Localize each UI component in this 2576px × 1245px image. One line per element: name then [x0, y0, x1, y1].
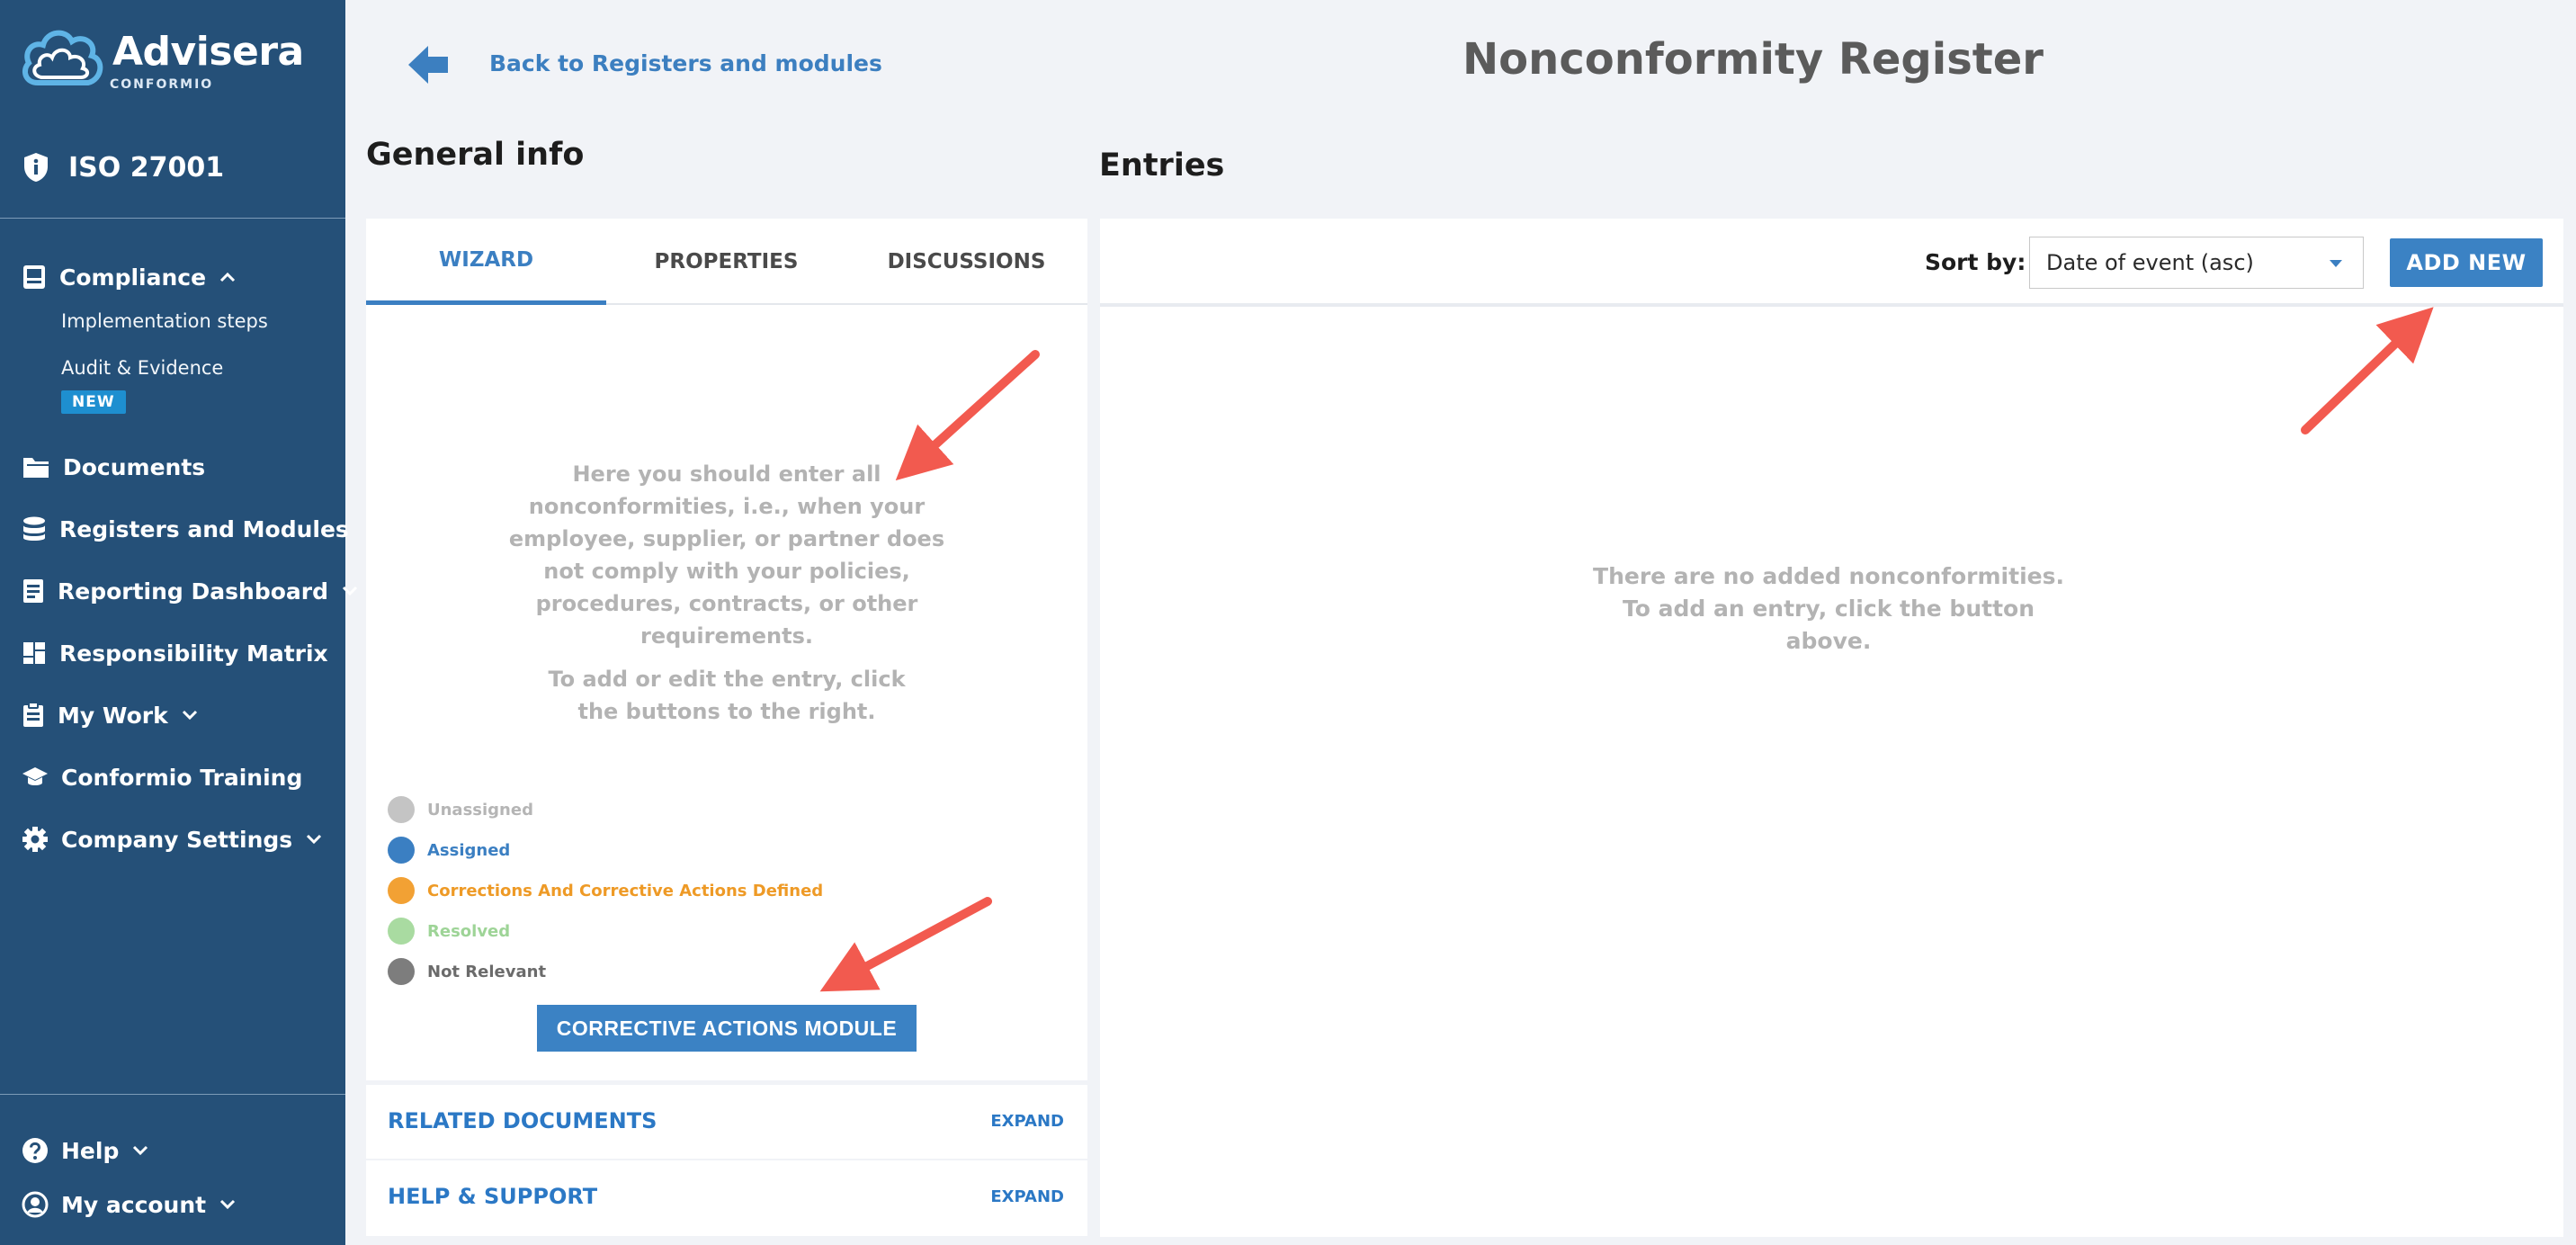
wizard-edit-hint: To add or edit the entry, click the butt… — [548, 667, 906, 724]
sidebar-item-label: Company Settings — [61, 826, 293, 853]
tab-properties[interactable]: PROPERTIES — [606, 219, 846, 305]
chevron-down-icon — [307, 834, 322, 845]
legend-label: Resolved — [427, 921, 511, 941]
accordion-title: RELATED DOCUMENTS — [388, 1108, 657, 1133]
sidebar-item-label: Help — [61, 1137, 120, 1164]
add-new-button[interactable]: ADD NEW — [2390, 238, 2543, 287]
logo-wordmark: Advisera — [112, 29, 304, 75]
sidebar-item-label: Compliance — [59, 264, 207, 291]
sidebar-item-company-settings[interactable]: Company Settings — [22, 820, 323, 859]
shield-icon — [24, 153, 48, 182]
sidebar-item-reporting-dashboard[interactable]: Reporting Dashboard — [22, 571, 359, 611]
sidebar-item-registers[interactable]: Registers and Modules — [22, 509, 349, 549]
legend-not-relevant: Not Relevant — [388, 958, 546, 985]
cloud-logo-icon — [22, 30, 103, 85]
report-icon — [23, 579, 43, 603]
tab-discussions[interactable]: DISCUSSIONS — [846, 219, 1087, 305]
sidebar-item-label: My Work — [58, 702, 168, 729]
sidebar-item-conformio-training[interactable]: Conformio Training — [22, 757, 302, 797]
corrective-actions-module-button[interactable]: CORRECTIVE ACTIONS MODULE — [537, 1005, 917, 1052]
status-dot — [388, 796, 415, 823]
legend-assigned: Assigned — [388, 837, 510, 864]
logo-subtitle: CONFORMIO — [110, 77, 214, 92]
related-documents-accordion[interactable]: RELATED DOCUMENTS EXPAND — [366, 1085, 1087, 1159]
chevron-down-icon — [182, 710, 197, 721]
sidebar-item-responsibility-matrix[interactable]: Responsibility Matrix — [22, 633, 328, 673]
inbox-icon — [23, 265, 45, 289]
wizard-instructions: Here you should enter all nonconformitie… — [508, 461, 945, 649]
legend-label: Assigned — [427, 840, 511, 860]
general-info-panel: WIZARD PROPERTIES DISCUSSIONS Here you s… — [366, 219, 1087, 1080]
expand-button[interactable]: EXPAND — [990, 1187, 1064, 1206]
sidebar-divider — [0, 1094, 345, 1095]
entries-heading: Entries — [1099, 148, 1225, 184]
graduation-cap-icon — [22, 767, 48, 785]
chevron-down-icon — [133, 1145, 148, 1156]
sidebar-item-my-account[interactable]: My account — [22, 1185, 237, 1224]
user-circle-icon — [22, 1191, 49, 1218]
sort-label: Sort by: — [1925, 249, 2026, 275]
legend-resolved: Resolved — [388, 918, 510, 945]
database-icon — [23, 516, 45, 541]
sidebar-item-label: My account — [61, 1191, 207, 1218]
sidebar-item-label: Documents — [63, 453, 206, 480]
status-dot — [388, 877, 415, 904]
new-badge: NEW — [61, 390, 126, 414]
status-dot — [388, 958, 415, 985]
tab-bar: WIZARD PROPERTIES DISCUSSIONS — [366, 219, 1087, 305]
sidebar: Advisera CONFORMIO ISO 27001 Compliance … — [0, 0, 358, 1245]
grid-icon — [23, 642, 45, 664]
expand-button[interactable]: EXPAND — [990, 1112, 1064, 1131]
sidebar-subitem-audit-evidence[interactable]: Audit & Evidence — [61, 357, 223, 379]
advisera-logo[interactable]: Advisera CONFORMIO — [20, 23, 326, 99]
help-circle-icon — [22, 1138, 48, 1163]
standard-label: ISO 27001 — [68, 151, 225, 184]
back-arrow-icon[interactable] — [407, 43, 450, 86]
sort-dropdown[interactable]: Date of event (asc) — [2029, 237, 2364, 289]
clipboard-icon — [23, 702, 43, 727]
entries-panel: Sort by: Date of event (asc) ADD NEW The… — [1100, 219, 2563, 1237]
legend-unassigned: Unassigned — [388, 796, 533, 823]
general-info-heading: General info — [366, 137, 585, 173]
sidebar-item-label: Registers and Modules — [59, 515, 349, 542]
chevron-down-icon — [342, 586, 358, 596]
sidebar-item-label: Reporting Dashboard — [58, 578, 328, 605]
help-support-accordion[interactable]: HELP & SUPPORT EXPAND — [366, 1160, 1087, 1236]
legend-label: Not Relevant — [427, 962, 547, 981]
sidebar-divider — [0, 218, 345, 219]
chevron-up-icon — [220, 272, 236, 282]
legend-label: Corrections And Corrective Actions Defin… — [427, 881, 824, 900]
empty-state-message: There are no added nonconformities. To a… — [1593, 563, 2064, 654]
status-dot — [388, 918, 415, 945]
sidebar-subitem-implementation-steps[interactable]: Implementation steps — [61, 310, 268, 332]
page-title: Nonconformity Register — [1462, 34, 2044, 85]
sidebar-item-documents[interactable]: Documents — [22, 447, 205, 487]
back-to-registers-link[interactable]: Back to Registers and modules — [489, 50, 882, 76]
legend-label: Unassigned — [427, 800, 533, 820]
sidebar-item-help[interactable]: Help — [22, 1131, 149, 1170]
caret-down-icon — [2330, 260, 2342, 267]
legend-corrections-defined: Corrections And Corrective Actions Defin… — [388, 877, 823, 904]
sort-value: Date of event (asc) — [2046, 250, 2254, 275]
status-dot — [388, 837, 415, 864]
sidebar-item-compliance[interactable]: Compliance — [22, 257, 237, 297]
sidebar-item-label: Responsibility Matrix — [59, 640, 328, 667]
folder-icon — [23, 458, 49, 478]
standard-selector[interactable]: ISO 27001 — [23, 148, 224, 187]
accordion-title: HELP & SUPPORT — [388, 1184, 598, 1209]
toolbar-divider — [1100, 303, 2563, 307]
chevron-down-icon — [220, 1199, 236, 1210]
sidebar-item-label: Conformio Training — [61, 764, 303, 791]
sidebar-item-my-work[interactable]: My Work — [22, 695, 199, 735]
gear-icon — [22, 827, 48, 852]
tab-wizard[interactable]: WIZARD — [366, 219, 606, 305]
